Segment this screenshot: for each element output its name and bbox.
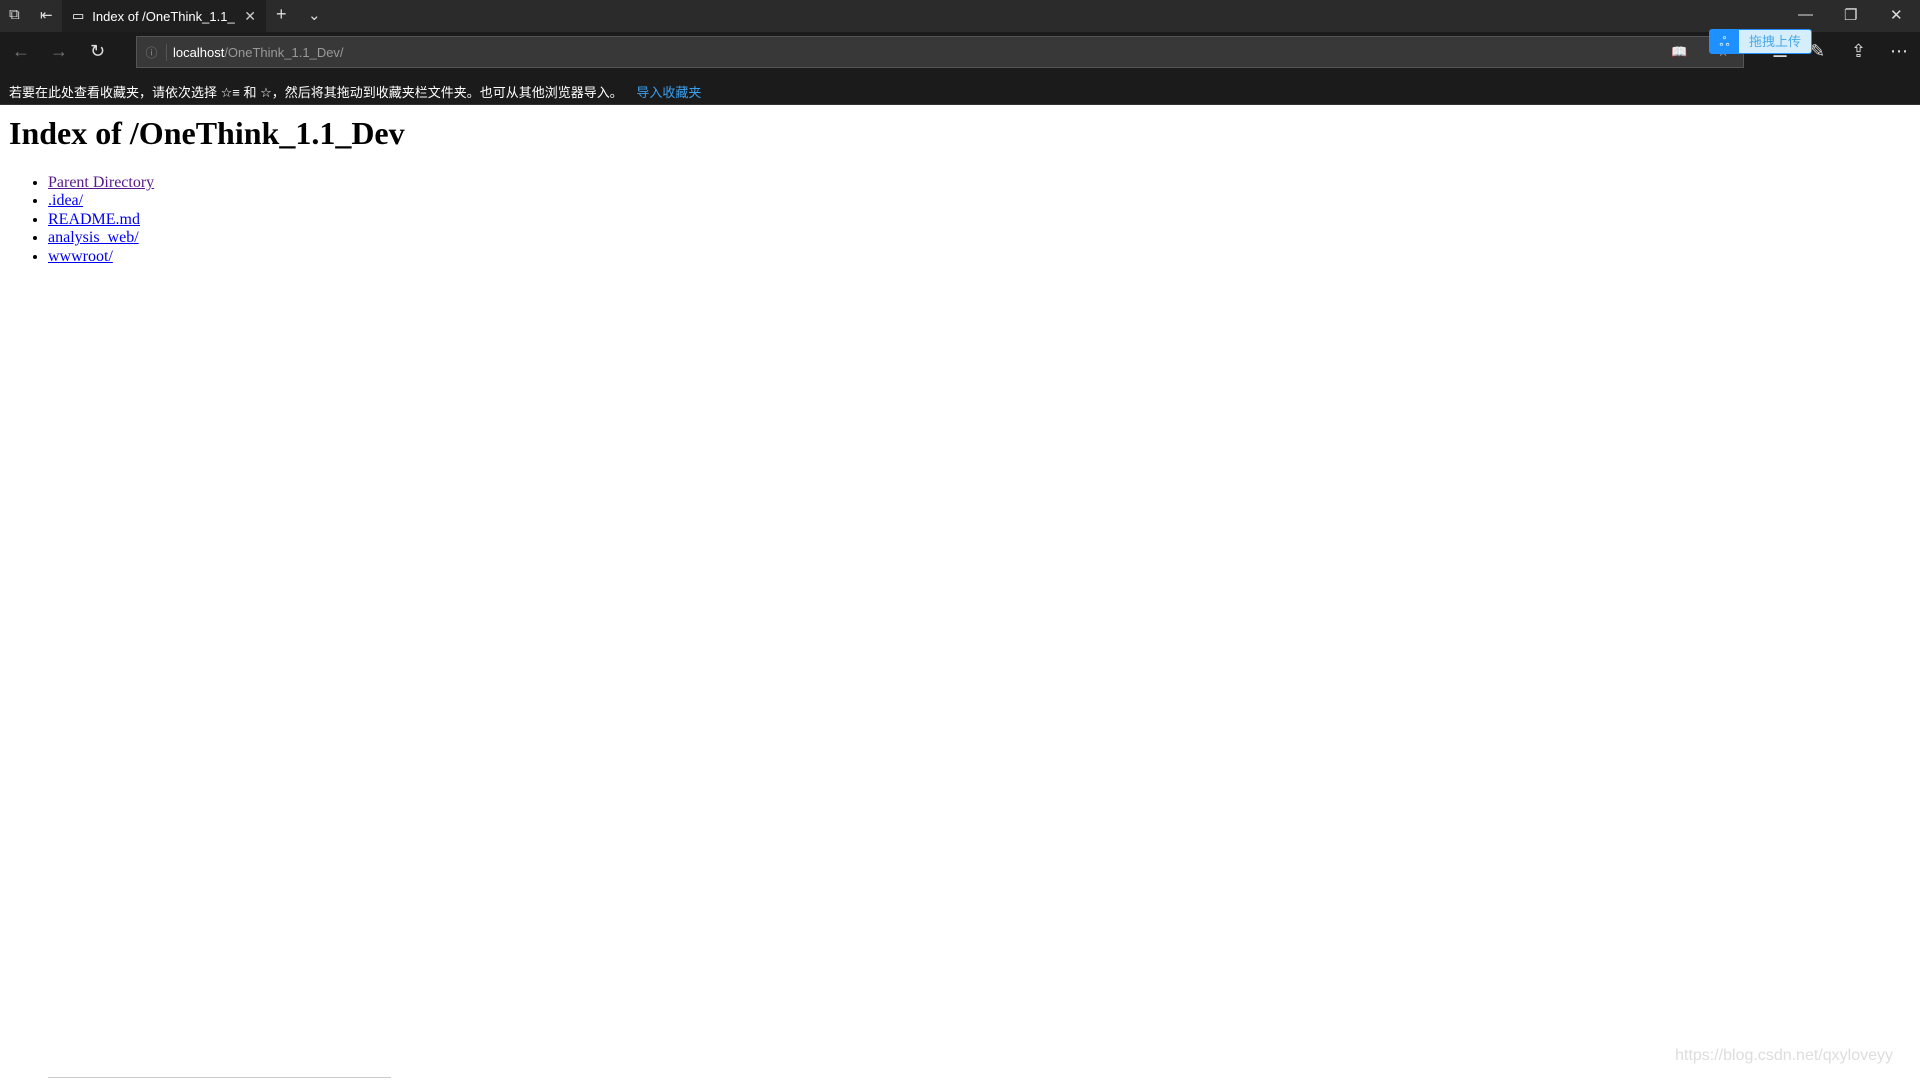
drag-upload-widget[interactable]: ஃ 拖拽上传 xyxy=(1709,29,1812,54)
address-bar[interactable]: ⓘ localhost /OneThink_1.1_Dev/ 📖 ☆ xyxy=(136,36,1744,68)
navigation-bar: ← → ↻ ⓘ localhost /OneThink_1.1_Dev/ 📖 ☆… xyxy=(0,32,1920,72)
page-content: Index of /OneThink_1.1_Dev Parent Direct… xyxy=(0,105,414,266)
reading-view-icon[interactable]: 📖 xyxy=(1671,44,1687,60)
idea-link[interactable]: .idea/ xyxy=(48,192,83,209)
list-item: .idea/ xyxy=(48,192,405,210)
tab-title: Index of /OneThink_1.1_ xyxy=(92,8,235,24)
share-icon[interactable]: ⇪ xyxy=(1851,41,1866,62)
list-item: wwwroot/ xyxy=(48,248,405,266)
parent-directory-link[interactable]: Parent Directory xyxy=(48,174,154,191)
favorites-hint: 若要在此处查看收藏夹，请依次选择 ☆≡ 和 ☆，然后将其拖动到收藏夹栏文件夹。也… xyxy=(9,85,623,100)
close-window-icon[interactable]: ✕ xyxy=(1890,6,1903,24)
address-path: /OneThink_1.1_Dev/ xyxy=(224,44,344,60)
close-tab-icon[interactable]: ✕ xyxy=(244,8,256,25)
tab-preview-chevron-icon[interactable]: ⌄ xyxy=(308,6,321,24)
favorites-bar: 若要在此处查看收藏夹，请依次选择 ☆≡ 和 ☆，然后将其拖动到收藏夹栏文件夹。也… xyxy=(0,72,1920,105)
browser-tab[interactable]: ▭ Index of /OneThink_1.1_ ✕ xyxy=(62,0,266,32)
refresh-icon[interactable]: ↻ xyxy=(90,41,105,62)
address-host: localhost xyxy=(173,44,225,60)
restore-icon[interactable]: ❐ xyxy=(1844,6,1857,24)
upload-label: 拖拽上传 xyxy=(1748,34,1801,49)
minimize-icon[interactable]: — xyxy=(1798,6,1813,23)
forward-icon[interactable]: → xyxy=(50,41,68,62)
list-item: analysis_web/ xyxy=(48,229,405,247)
new-tab-icon[interactable]: + xyxy=(276,4,287,25)
watermark: https://blog.csdn.net/qxyloveyy xyxy=(1675,1047,1893,1064)
wwwroot-link[interactable]: wwwroot/ xyxy=(48,248,113,265)
import-favorites-link[interactable]: 导入收藏夹 xyxy=(636,85,701,100)
back-icon[interactable]: ← xyxy=(12,41,30,62)
directory-list: Parent Directory .idea/ README.md analys… xyxy=(48,174,405,266)
horizontal-scrollbar[interactable] xyxy=(48,1077,391,1078)
site-info-icon[interactable]: ⓘ xyxy=(137,43,167,61)
readme-link[interactable]: README.md xyxy=(48,211,140,228)
tab-actions-icon[interactable]: ⧉ xyxy=(9,6,20,23)
cloud-logo-icon: ஃ xyxy=(1710,30,1739,53)
page-icon: ▭ xyxy=(72,8,85,23)
page-title: Index of /OneThink_1.1_Dev xyxy=(9,115,405,151)
tab-bar: ⧉ ⇤ ▭ Index of /OneThink_1.1_ ✕ + ⌄ — ❐ … xyxy=(0,0,1920,32)
set-aside-tabs-icon[interactable]: ⇤ xyxy=(40,6,53,24)
list-item: README.md xyxy=(48,211,405,229)
web-note-icon[interactable]: ✎ xyxy=(1810,41,1825,62)
analysis-web-link[interactable]: analysis_web/ xyxy=(48,229,139,246)
more-icon[interactable]: ⋯ xyxy=(1890,41,1908,62)
list-item: Parent Directory xyxy=(48,174,405,192)
